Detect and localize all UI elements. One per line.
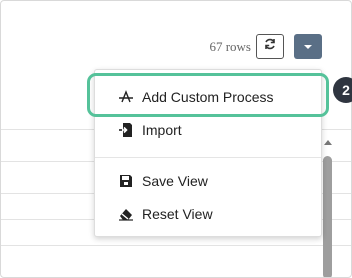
caret-down-icon: [304, 44, 312, 49]
menu-divider: [95, 157, 321, 158]
import-icon: [118, 122, 134, 138]
scroll-up-arrow[interactable]: [324, 140, 332, 145]
table-row-divider: [1, 245, 351, 246]
menu-item-save-view[interactable]: Save View: [95, 168, 321, 194]
step-highlight-outline: [87, 73, 329, 117]
refresh-button[interactable]: [256, 34, 284, 59]
step-number-badge: 2: [333, 77, 352, 103]
scrollbar-thumb[interactable]: [323, 156, 332, 277]
menu-item-reset-view[interactable]: Reset View: [95, 201, 321, 227]
menu-item-label: Reset View: [142, 206, 213, 222]
menu-item-label: Save View: [142, 173, 208, 189]
save-icon: [118, 173, 134, 189]
eraser-icon: [118, 206, 134, 222]
refresh-icon: [263, 37, 277, 56]
menu-item-import[interactable]: Import: [95, 117, 321, 143]
options-dropdown-button[interactable]: [294, 34, 322, 59]
menu-item-label: Import: [142, 122, 182, 138]
rows-count: 67 rows: [209, 39, 251, 54]
data-table-panel: 67 rows Add Custom Process Import Save V…: [0, 0, 352, 278]
